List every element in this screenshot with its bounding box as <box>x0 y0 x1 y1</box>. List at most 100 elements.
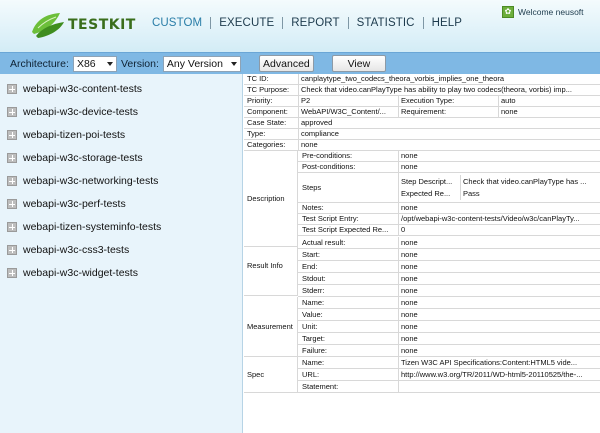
expected-result-label: Expected Re... <box>401 189 451 198</box>
tc-purpose-label: TC Purpose: <box>247 85 290 94</box>
tree-item[interactable]: webapi-w3c-widget-tests <box>7 266 138 280</box>
table-row: Test Script Expected Re... 0 <box>298 225 600 236</box>
execution-type-label: Execution Type: <box>401 96 455 105</box>
divider <box>398 333 399 344</box>
logo-text: TESTKIT <box>68 17 136 33</box>
step-description-value: Check that video.canPlayType has ... <box>463 177 587 186</box>
divider <box>298 140 299 150</box>
tree-item[interactable]: webapi-w3c-storage-tests <box>7 151 143 165</box>
measurement-target-label: Target: <box>302 334 325 343</box>
tree-item-label[interactable]: webapi-w3c-css3-tests <box>23 244 129 256</box>
testcase-detail-table: TC ID: canplaytype_two_codecs_theora_vor… <box>244 74 600 433</box>
tree-item-label[interactable]: webapi-tizen-systeminfo-tests <box>23 221 161 233</box>
nav-report[interactable]: REPORT <box>283 17 347 29</box>
spec-group: Spec <box>244 357 298 393</box>
priority-label: Priority: <box>247 96 273 105</box>
nav-statistic[interactable]: STATISTIC <box>349 17 423 29</box>
steps-label: Steps <box>302 183 322 192</box>
divider <box>398 261 399 272</box>
postconditions-value: none <box>401 162 418 171</box>
expand-plus-icon[interactable] <box>7 199 17 209</box>
measurement-failure-value: none <box>401 346 418 355</box>
divider <box>498 96 499 106</box>
tree-item[interactable]: webapi-w3c-content-tests <box>7 82 142 96</box>
nav-execute[interactable]: EXECUTE <box>211 17 282 29</box>
measurement-value-value: none <box>401 310 418 319</box>
divider <box>298 118 299 128</box>
version-select[interactable]: Any Version <box>162 55 241 72</box>
expand-plus-icon[interactable] <box>7 222 17 232</box>
measurement-name-label: Name: <box>302 298 325 307</box>
tree-item[interactable]: webapi-tizen-poi-tests <box>7 128 125 142</box>
tree-item[interactable]: webapi-w3c-networking-tests <box>7 174 158 188</box>
measurement-name-value: none <box>401 298 418 307</box>
tree-item[interactable]: webapi-w3c-css3-tests <box>7 243 129 257</box>
description-group: Description <box>244 151 298 247</box>
expand-plus-icon[interactable] <box>7 153 17 163</box>
expand-plus-icon[interactable] <box>7 245 17 255</box>
divider <box>298 107 299 117</box>
tree-item-label[interactable]: webapi-w3c-networking-tests <box>23 175 158 187</box>
table-row: Type: compliance <box>244 129 600 140</box>
architecture-label: Architecture: <box>10 57 69 70</box>
divider <box>460 175 461 200</box>
categories-label: Categories: <box>247 140 286 149</box>
stderr-label: Stderr: <box>302 286 325 295</box>
expand-plus-icon[interactable] <box>7 176 17 186</box>
advanced-button[interactable]: Advanced <box>258 55 314 72</box>
spec-url-value: http://www.w3.org/TR/2011/WD-html5-20110… <box>401 370 583 379</box>
case-state-label: Case State: <box>247 118 287 127</box>
tree-item[interactable]: webapi-w3c-perf-tests <box>7 197 126 211</box>
step-description-label: Step Descript... <box>401 177 453 186</box>
divider <box>398 173 399 202</box>
expand-plus-icon[interactable] <box>7 107 17 117</box>
measurement-value-label: Value: <box>302 310 323 319</box>
architecture-value: X86 <box>76 57 96 70</box>
requirement-value: none <box>501 107 518 116</box>
expand-plus-icon[interactable] <box>7 130 17 140</box>
testkit-logo[interactable]: TESTKIT <box>30 8 136 42</box>
welcome-text: Welcome neusoft <box>518 7 584 17</box>
expand-plus-icon[interactable] <box>7 84 17 94</box>
notes-label: Notes: <box>302 203 324 212</box>
table-row: Stderr: none <box>298 285 600 297</box>
stdout-label: Stdout: <box>302 274 326 283</box>
tree-item-label[interactable]: webapi-tizen-poi-tests <box>23 129 125 141</box>
result-info-label: Result Info <box>247 261 283 270</box>
measurement-label: Measurement <box>247 322 293 331</box>
chevron-down-icon <box>106 61 113 66</box>
tree-item[interactable]: webapi-w3c-device-tests <box>7 105 138 119</box>
table-row: Component: WebAPI/W3C_Content/... Requir… <box>244 107 600 118</box>
version-value: Any Version <box>166 57 223 70</box>
tree-item-label[interactable]: webapi-w3c-widget-tests <box>23 267 138 279</box>
test-script-entry-value: /opt/webapi-w3c-content-tests/Video/w3c/… <box>401 214 580 223</box>
expand-plus-icon[interactable] <box>7 268 17 278</box>
preconditions-value: none <box>401 151 418 160</box>
architecture-select[interactable]: X86 <box>72 55 117 72</box>
tree-item-label[interactable]: webapi-w3c-storage-tests <box>23 152 143 164</box>
spec-name-value: Tizen W3C API Specifications:Content:HTM… <box>401 358 578 367</box>
divider <box>398 345 399 356</box>
version-label: Version: <box>120 57 159 70</box>
tree-item-label[interactable]: webapi-w3c-device-tests <box>23 106 138 118</box>
divider <box>398 273 399 284</box>
divider <box>398 297 399 308</box>
view-button[interactable]: View <box>331 55 386 72</box>
tree-item[interactable]: webapi-tizen-systeminfo-tests <box>7 220 161 234</box>
test-script-entry-label: Test Script Entry: <box>302 214 359 223</box>
app-header: TESTKIT CUSTOM EXECUTE REPORT STATISTIC … <box>0 0 600 52</box>
measurement-unit-value: none <box>401 322 418 331</box>
divider <box>398 381 399 392</box>
execution-type-value: auto <box>501 96 516 105</box>
nav-custom[interactable]: CUSTOM <box>144 17 210 29</box>
end-value: none <box>401 262 418 271</box>
divider <box>298 85 299 95</box>
filter-toolbar: Architecture: X86 Version: Any Version A… <box>0 52 600 74</box>
spec-url-label: URL: <box>302 370 320 379</box>
tree-item-label[interactable]: webapi-w3c-content-tests <box>23 83 142 95</box>
result-info-group: Result Info <box>244 237 298 296</box>
start-value: none <box>401 250 418 259</box>
user-icon: ✿ <box>502 6 514 18</box>
nav-help[interactable]: HELP <box>424 17 470 29</box>
tree-item-label[interactable]: webapi-w3c-perf-tests <box>23 198 126 210</box>
